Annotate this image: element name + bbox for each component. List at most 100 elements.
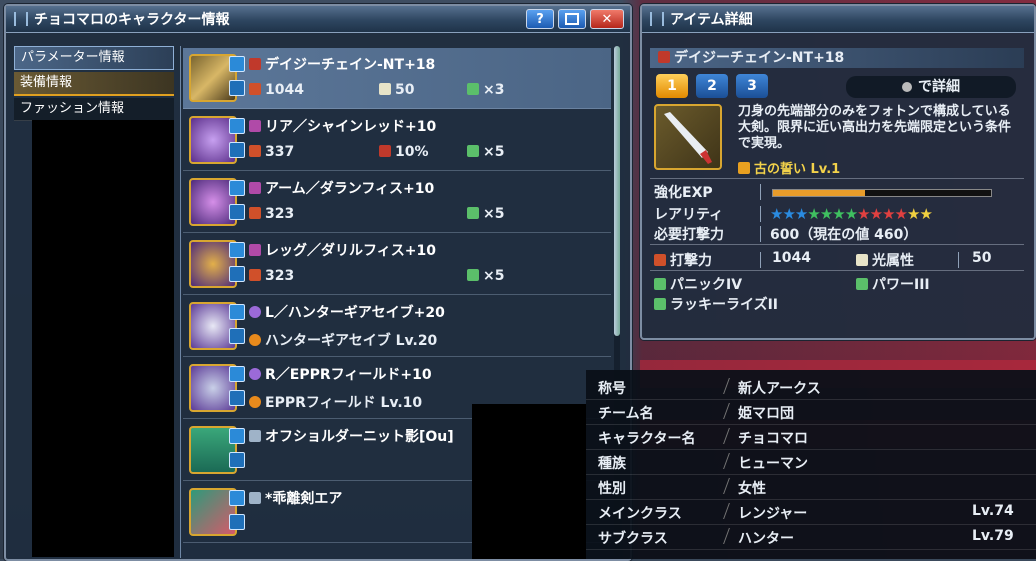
separator [760, 226, 761, 242]
redacted-area [32, 120, 174, 557]
separator [760, 184, 761, 200]
rarity-star-icon: ★ [919, 205, 932, 223]
ring-skill: EPPRフィールド Lv.10 [249, 392, 422, 412]
slot-count: ×5 [467, 144, 504, 160]
checkbox-icon[interactable] [229, 366, 245, 382]
slot-icon [467, 269, 479, 281]
checkbox-icon[interactable] [229, 490, 245, 506]
item-detail-window: アイテム詳細 デイジーチェイン-NT+18 1 2 3 で詳細 刀身の先端部分の… [640, 4, 1036, 340]
window-grip-icon [14, 12, 28, 26]
light-element-icon [856, 254, 868, 266]
rarity-star-icon: ★ [857, 205, 870, 223]
defense-icon [249, 207, 261, 219]
item-potential: 古の誓い Lv.1 [738, 158, 840, 177]
defense-icon [249, 269, 261, 281]
exp-bar [772, 189, 992, 197]
close-button[interactable]: ✕ [590, 9, 624, 29]
ring-icon [249, 306, 261, 318]
rarity-star-icon: ★ [832, 205, 845, 223]
lock-icon [229, 390, 245, 406]
rarity-star-icon: ★ [807, 205, 820, 223]
exp-label: 強化EXP [654, 185, 713, 201]
lock-icon [229, 142, 245, 158]
equipment-name: R／EPPRフィールド+10 [249, 364, 432, 384]
tab-3[interactable]: 3 [736, 74, 768, 98]
window-title: チョコマロのキャラクター情報 [34, 12, 230, 28]
affix-3: ラッキーライズII [654, 294, 778, 314]
divider [650, 270, 1024, 271]
slot-count: ×3 [467, 82, 504, 98]
checkbox-icon[interactable] [229, 56, 245, 72]
checkbox-icon[interactable] [229, 428, 245, 444]
slot-icon [467, 145, 479, 157]
affix-icon [654, 298, 666, 310]
item-description: 刀身の先端部分のみをフォトンで構成している大剣。限界に近い高出力を先端限定という… [738, 104, 1012, 151]
scrollbar-thumb[interactable] [614, 46, 620, 336]
sidebar-item-parameters[interactable]: パラメーター情報 [14, 46, 174, 70]
defense-stat: 323 [249, 206, 294, 222]
rarity-star-icon: ★ [819, 205, 833, 223]
help-button[interactable]: ? [526, 9, 554, 29]
checkbox-icon[interactable] [229, 242, 245, 258]
equipment-row-weapon[interactable]: デイジーチェイン-NT+18 1044 50 ×3 [183, 48, 611, 109]
resist-stat: 10% [379, 144, 429, 160]
equipment-row-arm[interactable]: アーム／ダランフィス+10 323 ×5 [183, 172, 611, 233]
defense-stat: 337 [249, 144, 294, 160]
sidebar-item-equipment[interactable]: 装備情報 [14, 72, 174, 96]
attack-icon [654, 254, 666, 266]
equipment-name: リア／シャインレッド+10 [249, 116, 436, 136]
camo-icon [249, 492, 261, 504]
attack-icon [249, 83, 261, 95]
unit-icon [249, 244, 261, 256]
fire-icon [379, 145, 391, 157]
affix-2: パワーIII [856, 274, 930, 294]
element-value: 50 [972, 250, 992, 266]
equipment-name: L／ハンターギアセイブ+20 [249, 302, 445, 322]
equipment-row-mag-left[interactable]: L／ハンターギアセイブ+20 ハンターギアセイブ Lv.20 [183, 296, 611, 357]
detail-button[interactable]: で詳細 [846, 76, 1016, 98]
character-profile-panel: 称号 新人アークス チーム名 姫マロ団 キャラクター名 チョコマロ 種族 ヒューマン 性… [586, 370, 1036, 559]
profile-row-team: チーム名 姫マロ団 [586, 399, 1036, 425]
attack-stat: 1044 [249, 82, 304, 98]
slot-count: ×5 [467, 268, 504, 284]
item-window-title: アイテム詳細 [670, 12, 753, 28]
rarity-star-icon: ★ [882, 205, 895, 223]
rarity-label: レアリティ [654, 207, 724, 223]
defense-stat: 323 [249, 268, 294, 284]
separator [958, 252, 959, 268]
element-label: 光属性 [856, 250, 914, 270]
item-name-bar: デイジーチェイン-NT+18 [650, 48, 1024, 68]
tab-2[interactable]: 2 [696, 74, 728, 98]
costume-icon [249, 430, 261, 442]
rarity-star-icon: ★ [906, 205, 920, 223]
element-stat: 50 [379, 82, 414, 98]
light-element-icon [379, 83, 391, 95]
checkbox-icon[interactable] [229, 304, 245, 320]
ring-skill: ハンターギアセイブ Lv.20 [249, 330, 437, 350]
required-value: 600（現在の値 460） [770, 227, 918, 243]
separator [760, 206, 761, 222]
equipment-name: *乖離剣エア [249, 488, 342, 508]
attack-value: 1044 [772, 250, 811, 266]
profile-row-name: キャラクター名 チョコマロ [586, 424, 1036, 450]
equipment-row-rear[interactable]: リア／シャインレッド+10 337 10% ×5 [183, 110, 611, 171]
equipment-row-leg[interactable]: レッグ／ダリルフィス+10 323 ×5 [183, 234, 611, 295]
lock-icon [229, 80, 245, 96]
slot-icon [467, 207, 479, 219]
window-grip-icon [650, 12, 664, 26]
redacted-area [472, 404, 586, 559]
resize-button[interactable] [558, 9, 586, 29]
required-label: 必要打撃力 [654, 227, 724, 243]
separator [760, 252, 761, 268]
unit-icon [249, 120, 261, 132]
unit-icon [249, 182, 261, 194]
ring-icon [249, 368, 261, 380]
tab-1[interactable]: 1 [656, 74, 688, 98]
sidebar-item-fashion[interactable]: ファッション情報 [14, 98, 174, 121]
profile-row-sub-class: サブクラス ハンター Lv.79 [586, 524, 1036, 550]
divider [650, 244, 1024, 245]
exp-bar-fill [773, 190, 865, 196]
checkbox-icon[interactable] [229, 180, 245, 196]
checkbox-icon[interactable] [229, 118, 245, 134]
sword-icon [658, 51, 670, 63]
